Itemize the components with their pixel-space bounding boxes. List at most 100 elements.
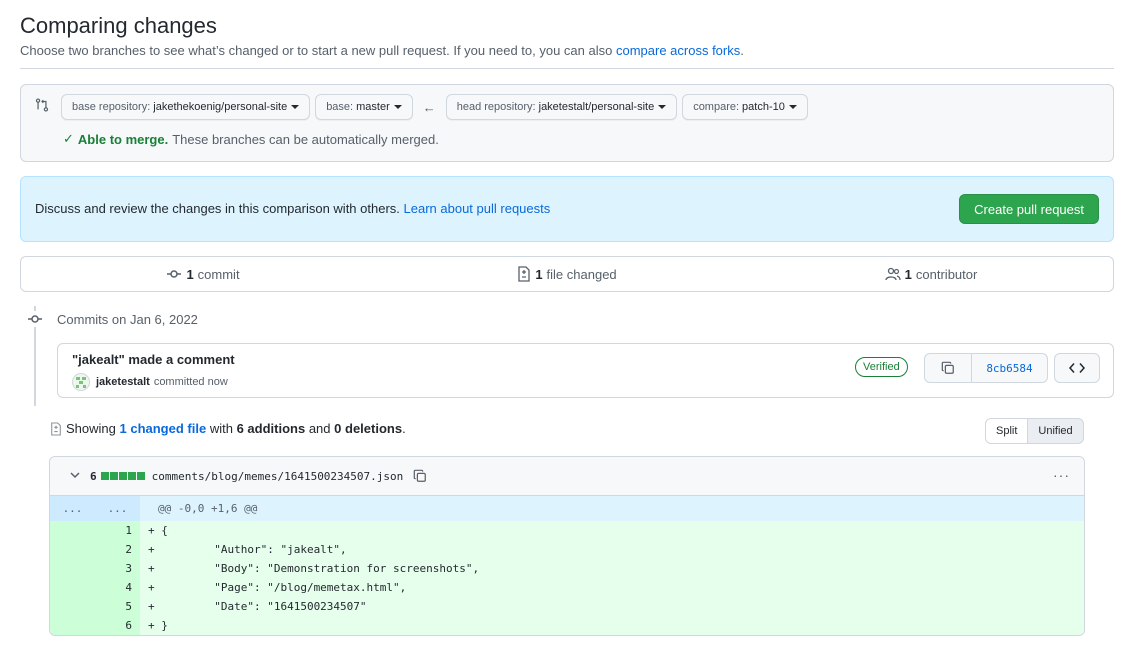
- diff-line: 6 + }: [50, 616, 1084, 635]
- commits-label: commit: [197, 266, 240, 282]
- caret-down-icon: [658, 105, 667, 109]
- diff-line-code: + {: [140, 521, 1084, 540]
- copy-path-button[interactable]: [413, 469, 427, 483]
- new-line-number[interactable]: 5: [95, 597, 140, 616]
- caret-down-icon: [291, 105, 300, 109]
- base-branch-value: master: [356, 101, 390, 113]
- compare-branch-value: patch-10: [742, 101, 785, 113]
- diff-line-code: + }: [140, 616, 1084, 635]
- compare-across-forks-link[interactable]: compare across forks: [616, 43, 740, 58]
- commit-list-item: "jakealt" made a comment jaketestalt com…: [57, 343, 1114, 398]
- diffstat-block: [109, 472, 118, 480]
- old-line-number[interactable]: [50, 616, 95, 635]
- compare-branch-label: compare:: [693, 101, 740, 113]
- diff-line-code: + "Author": "jakealt",: [140, 540, 1084, 559]
- old-line-number[interactable]: [50, 540, 95, 559]
- kebab-horizontal-icon[interactable]: ···: [1053, 467, 1070, 483]
- identicon-icon: [76, 377, 86, 388]
- new-line-number[interactable]: 6: [95, 616, 140, 635]
- diff-line: 2 + "Author": "jakealt",: [50, 540, 1084, 559]
- range-editor: base repository: jakethekoenig/personal-…: [20, 84, 1114, 162]
- files-label: file changed: [546, 266, 617, 282]
- commits-count: 1: [186, 266, 194, 282]
- verified-badge[interactable]: Verified: [855, 357, 908, 377]
- showing-text: Showing: [66, 421, 116, 436]
- file-diff: 6 comments/blog/memes/1641500234507.json…: [49, 456, 1085, 636]
- contributors-count: 1: [904, 266, 912, 282]
- files-changed-tab[interactable]: 1 file changed: [385, 257, 749, 291]
- old-line-number[interactable]: [50, 597, 95, 616]
- end-text: .: [402, 421, 406, 436]
- copy-icon: [941, 361, 954, 374]
- copy-icon: [413, 469, 427, 482]
- pull-request-prompt: Discuss and review the changes in this c…: [20, 176, 1114, 242]
- new-line-number[interactable]: 2: [95, 540, 140, 559]
- base-repository-select[interactable]: base repository: jakethekoenig/personal-…: [61, 94, 311, 120]
- chevron-down-icon[interactable]: [70, 470, 80, 482]
- split-view-button[interactable]: Split: [985, 418, 1029, 444]
- new-line-number[interactable]: 4: [95, 578, 140, 597]
- head-repository-select[interactable]: head repository: jaketestalt/personal-si…: [445, 94, 678, 120]
- file-path-link[interactable]: comments/blog/memes/1641500234507.json: [152, 470, 404, 483]
- additions-count: 6 additions: [236, 421, 306, 436]
- merge-status-text: These branches can be automatically merg…: [172, 131, 439, 147]
- unified-view-button[interactable]: Unified: [1028, 418, 1084, 444]
- commit-sha-link[interactable]: 8cb6584: [972, 353, 1048, 383]
- contributors-tab[interactable]: 1 contributor: [749, 257, 1113, 291]
- files-count: 1: [535, 266, 543, 282]
- old-line-number[interactable]: [50, 578, 95, 597]
- prompt-text-wrapper: Discuss and review the changes in this c…: [35, 201, 550, 216]
- git-commit-icon: [27, 311, 43, 327]
- file-diff-icon: [51, 421, 61, 436]
- old-line-number[interactable]: [50, 559, 95, 578]
- people-icon: [885, 267, 901, 281]
- create-pull-request-button[interactable]: Create pull request: [959, 194, 1099, 224]
- commits-tab[interactable]: 1 commit: [21, 257, 385, 291]
- diff-lines: 1 + {2 + "Author": "jakealt", 3 + "Body": "D…: [50, 521, 1084, 635]
- code-icon: [1069, 363, 1085, 373]
- base-branch-select[interactable]: base: master: [315, 94, 413, 120]
- caret-down-icon: [788, 105, 797, 109]
- with-text: with: [209, 421, 233, 436]
- page-title: Comparing changes: [20, 13, 217, 38]
- head-repository-label: head repository:: [456, 101, 536, 113]
- changed-files-link[interactable]: 1 changed file: [120, 421, 207, 436]
- expand-right[interactable]: ...: [95, 496, 140, 521]
- hunk-header: @@ -0,0 +1,6 @@: [158, 502, 258, 515]
- avatar[interactable]: [72, 373, 90, 391]
- diff-line-code: + "Page": "/blog/memetax.html",: [140, 578, 1084, 597]
- base-repository-value: jakethekoenig/personal-site: [153, 101, 288, 113]
- base-repository-label: base repository:: [72, 101, 151, 113]
- diffstat-block: [118, 472, 127, 480]
- prompt-text: Discuss and review the changes in this c…: [35, 201, 400, 216]
- arrow-left-icon: ←: [422, 99, 436, 115]
- expand-left[interactable]: ...: [50, 496, 95, 521]
- diff-line-code: + "Body": "Demonstration for screenshots…: [140, 559, 1084, 578]
- commit-meta: jaketestalt committed now: [72, 373, 228, 391]
- page-subtitle: Choose two branches to see what’s change…: [20, 43, 1114, 58]
- file-additions-count: 6: [90, 469, 97, 483]
- learn-about-pull-requests-link[interactable]: Learn about pull requests: [404, 201, 551, 216]
- commits-date-heading: Commits on Jan 6, 2022: [57, 312, 198, 327]
- merge-ok-text: Able to merge.: [77, 131, 169, 147]
- browse-repository-button[interactable]: [1054, 353, 1100, 383]
- git-commit-icon: [167, 270, 182, 278]
- diff-line-code: + "Date": "1641500234507": [140, 597, 1084, 616]
- commit-actions: 8cb6584: [924, 353, 1100, 383]
- new-line-number[interactable]: 1: [95, 521, 140, 540]
- hunk-row: ... ... @@ -0,0 +1,6 @@: [50, 496, 1084, 521]
- check-icon: ✓: [63, 131, 74, 146]
- copy-sha-button[interactable]: [924, 353, 972, 383]
- commit-author-link[interactable]: jaketestalt: [96, 376, 150, 388]
- contributors-label: contributor: [915, 266, 978, 282]
- new-line-number[interactable]: 3: [95, 559, 140, 578]
- branch-selects: base repository: jakethekoenig/personal-…: [61, 94, 813, 120]
- commit-title-link[interactable]: "jakealt" made a comment: [72, 352, 235, 367]
- diff-table: ... ... @@ -0,0 +1,6 @@ 1 + {2 + "Author":…: [50, 496, 1084, 635]
- compare-branch-select[interactable]: compare: patch-10: [682, 94, 808, 120]
- overall-summary: 1 commit 1 file changed 1 contributor: [20, 256, 1114, 292]
- caret-down-icon: [393, 105, 402, 109]
- git-compare-icon: [35, 98, 49, 112]
- subtitle-end: .: [740, 43, 744, 58]
- old-line-number[interactable]: [50, 521, 95, 540]
